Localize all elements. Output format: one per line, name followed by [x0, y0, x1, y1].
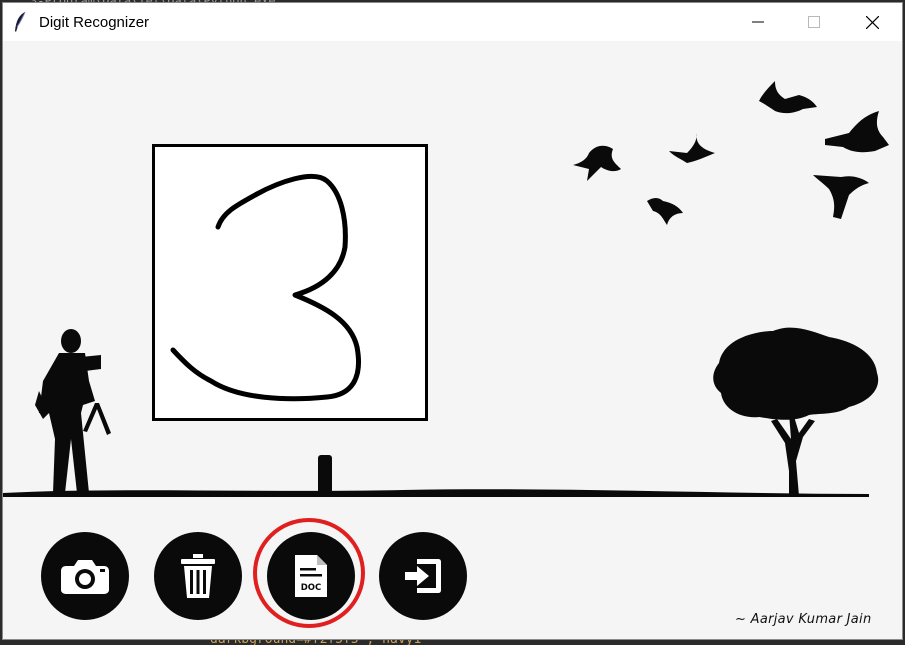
minimize-icon	[752, 21, 764, 23]
birds-silhouette	[573, 81, 889, 225]
doc-button[interactable]: DOC	[267, 532, 355, 620]
maximize-icon	[808, 16, 820, 28]
clear-button[interactable]	[154, 532, 242, 620]
camera-button[interactable]	[41, 532, 129, 620]
close-icon	[865, 15, 879, 29]
doc-icon-label: DOC	[301, 583, 322, 593]
feather-icon	[15, 11, 26, 32]
ground-line	[3, 489, 869, 497]
maximize-button[interactable]	[785, 3, 843, 41]
camera-icon	[61, 560, 109, 594]
app-window: Digit Recognizer DOC ~ Aarjav Kumar Jain	[2, 2, 903, 640]
drawn-digit	[170, 174, 361, 402]
author-credit: ~ Aarjav Kumar Jain	[735, 612, 872, 627]
exit-icon	[405, 559, 441, 593]
close-button[interactable]	[843, 3, 901, 41]
tree-silhouette	[713, 327, 879, 496]
minimize-button[interactable]	[729, 3, 787, 41]
signpost-silhouette	[318, 455, 332, 493]
window-title: Digit Recognizer	[39, 14, 150, 31]
drawing-canvas[interactable]	[152, 144, 428, 421]
photographer-silhouette	[35, 329, 111, 493]
scene-area: DOC ~ Aarjav Kumar Jain	[3, 41, 902, 639]
title-bar[interactable]: Digit Recognizer	[3, 3, 902, 41]
doc-icon: DOC	[295, 555, 327, 597]
trash-icon	[181, 554, 215, 598]
exit-button[interactable]	[379, 532, 467, 620]
